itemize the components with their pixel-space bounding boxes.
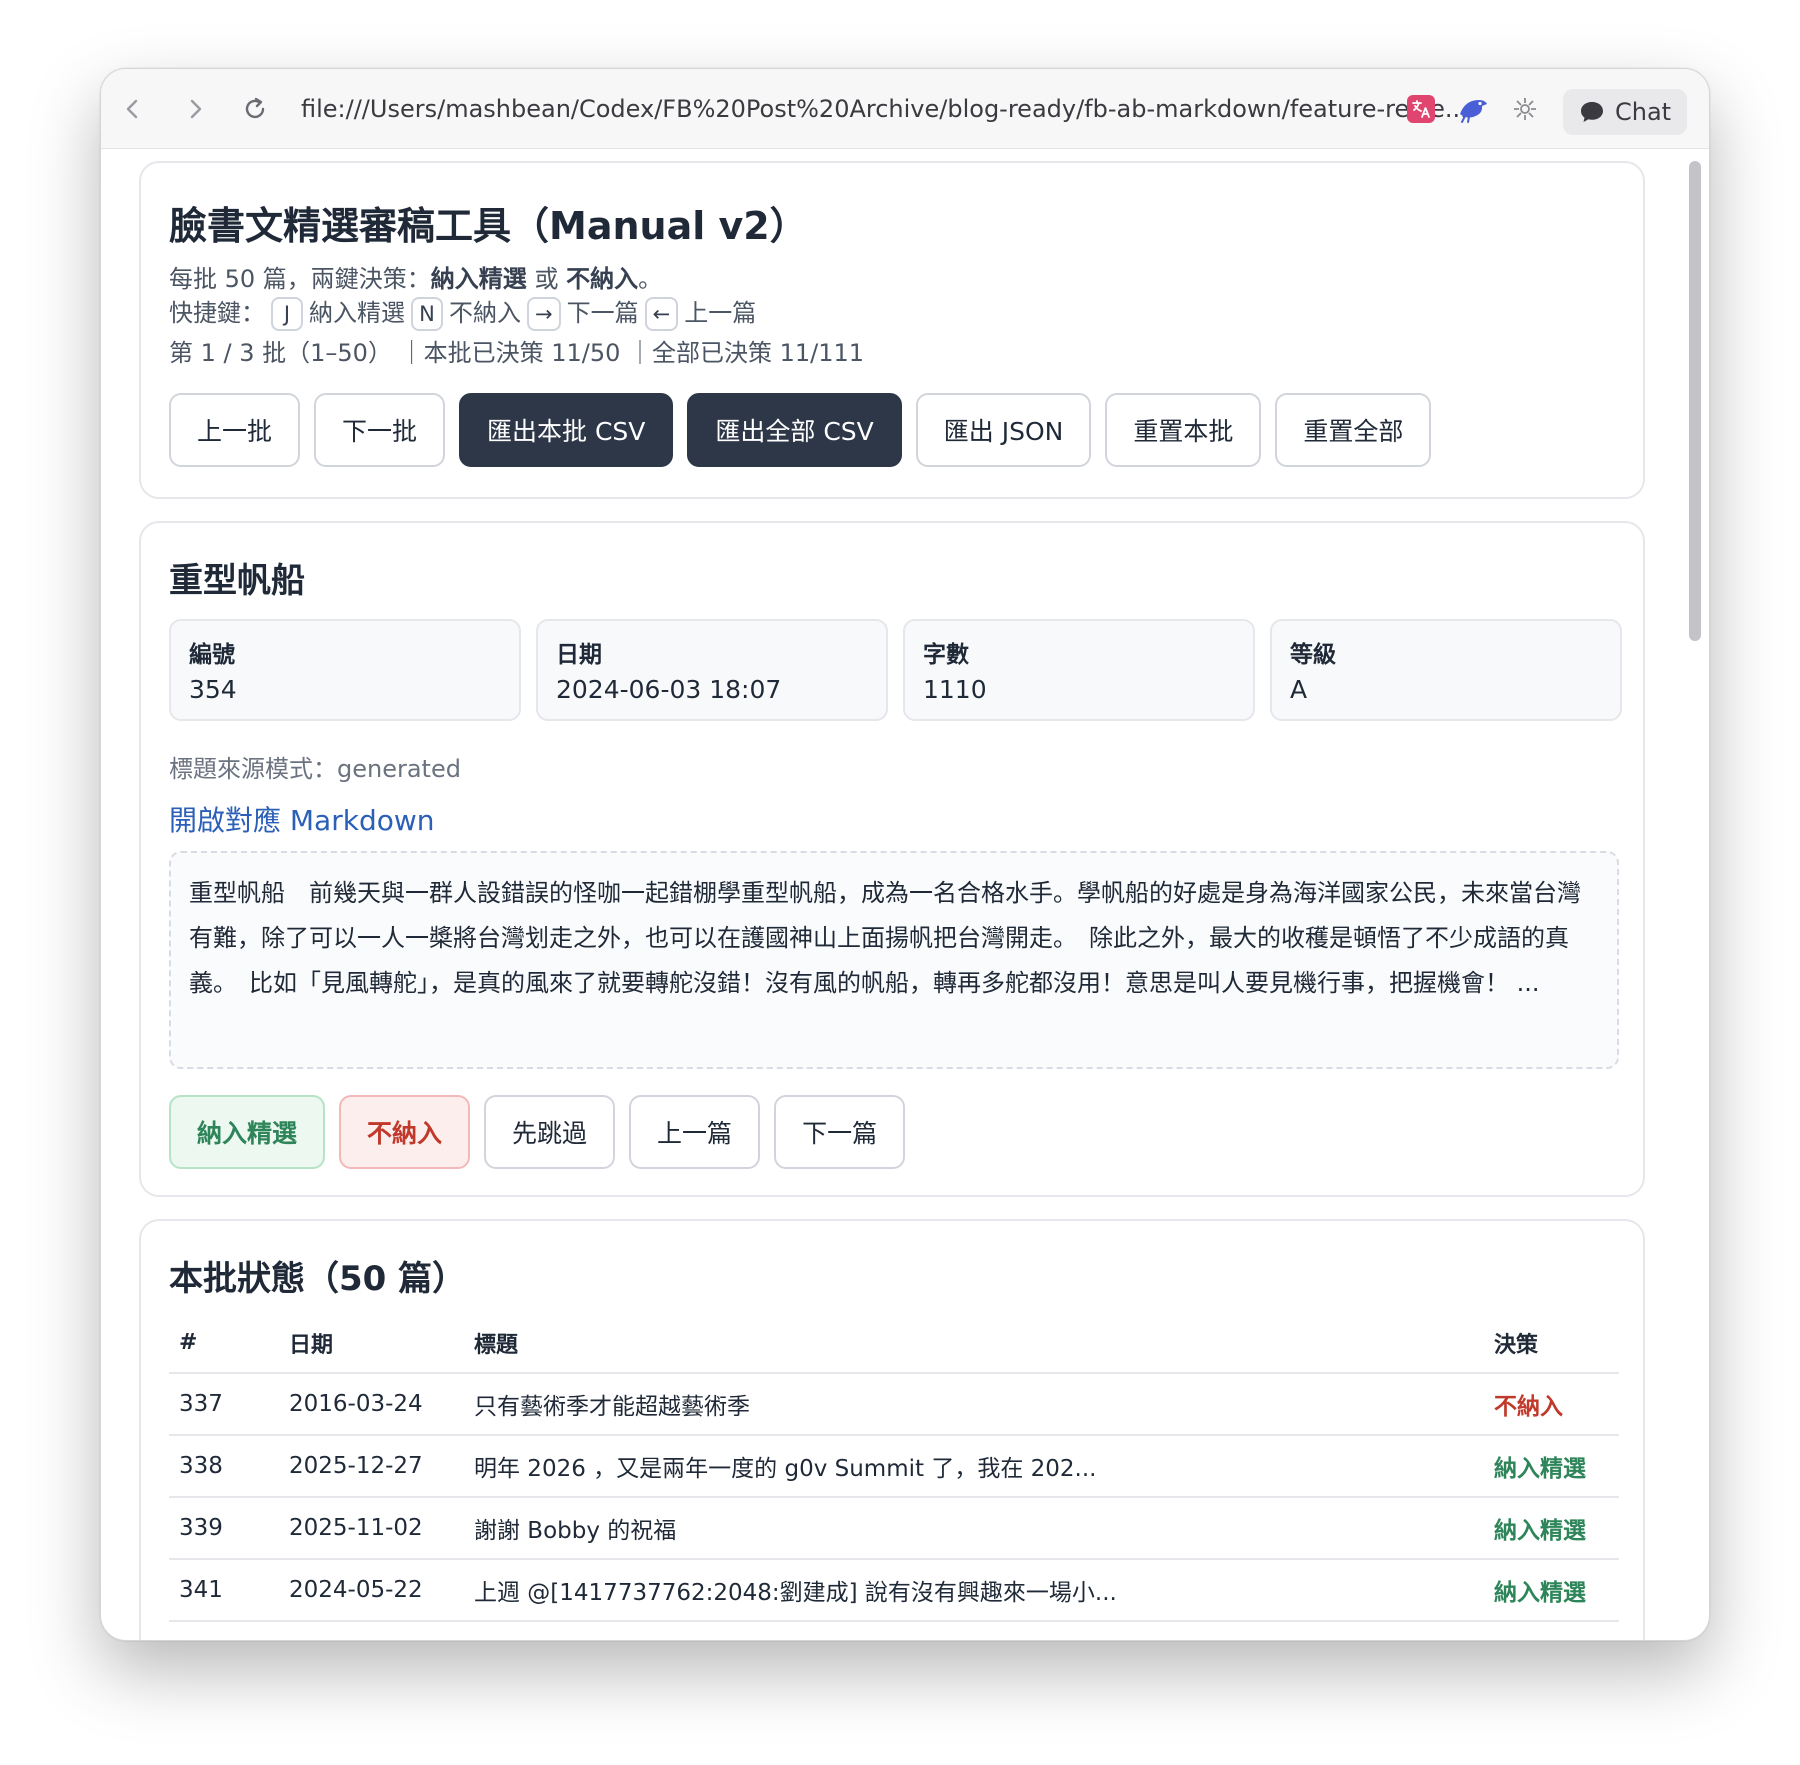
row-number: 339 (169, 1497, 279, 1560)
reload-icon[interactable] (235, 89, 275, 129)
column-header-date: 日期 (279, 1313, 464, 1374)
page-content: 臉書文精選審稿工具（Manual v2） 每批 50 篇，兩鍵決策：納入精選 或… (101, 149, 1709, 1640)
row-number: 338 (169, 1435, 279, 1498)
table-row[interactable]: 337 2016-03-24 只有藝術季才能超越藝術季 不納入 (169, 1373, 1619, 1436)
key-right: → (527, 297, 561, 331)
row-date: 2025-11-02 (279, 1497, 464, 1560)
exclude-button[interactable]: 不納入 (339, 1095, 471, 1169)
column-header-number: # (169, 1313, 279, 1374)
batch-table: # 日期 標題 決策 337 2016-03-24 只有藝術季才能超越藝術季 不… (169, 1313, 1619, 1622)
batch-status-title: 本批狀態（50 篇） (169, 1259, 467, 1299)
export-all-csv-button[interactable]: 匯出全部 CSV (687, 393, 902, 467)
url-bar[interactable]: file:///Users/mashbean/Codex/FB%20Post%2… (301, 91, 1481, 127)
row-title: 謝謝 Bobby 的祝福 (464, 1497, 1484, 1560)
next-post-button[interactable]: 下一篇 (774, 1095, 906, 1169)
row-date: 2016-03-24 (279, 1373, 464, 1436)
header-card: 臉書文精選審稿工具（Manual v2） 每批 50 篇，兩鍵決策：納入精選 或… (139, 161, 1645, 499)
row-number: 337 (169, 1373, 279, 1436)
back-icon[interactable] (113, 89, 153, 129)
key-j: J (271, 297, 303, 331)
batch-toolbar: 上一批 下一批 匯出本批 CSV 匯出全部 CSV 匯出 JSON 重置本批 重… (169, 393, 1432, 467)
ai-extension-icon[interactable] (1505, 89, 1545, 129)
row-title: 只有藝術季才能超越藝術季 (464, 1373, 1484, 1436)
forward-icon[interactable] (175, 89, 215, 129)
browser-toolbar: file:///Users/mashbean/Codex/FB%20Post%2… (101, 69, 1709, 149)
page-title: 臉書文精選審稿工具（Manual v2） (169, 204, 808, 248)
column-header-decision: 決策 (1484, 1313, 1619, 1374)
meta-grade: 等級 A (1270, 619, 1622, 721)
export-batch-csv-button[interactable]: 匯出本批 CSV (459, 393, 674, 467)
key-n: N (411, 297, 443, 331)
next-batch-button[interactable]: 下一批 (314, 393, 446, 467)
table-row[interactable]: 338 2025-12-27 明年 2026 ，又是兩年一度的 g0v Summ… (169, 1435, 1619, 1498)
decision-toolbar: 納入精選 不納入 先跳過 上一篇 下一篇 (169, 1095, 906, 1169)
post-title: 重型帆船 (169, 561, 305, 601)
prev-batch-button[interactable]: 上一批 (169, 393, 301, 467)
table-header: # 日期 標題 決策 (169, 1313, 1619, 1374)
title-source: 標題來源模式：generated (169, 755, 461, 783)
row-decision: 納入精選 (1484, 1497, 1619, 1560)
open-markdown-link[interactable]: 開啟對應 Markdown (169, 799, 435, 839)
browser-window: file:///Users/mashbean/Codex/FB%20Post%2… (100, 68, 1710, 1641)
table-row[interactable]: 341 2024-05-22 上週 @[1417737762:2048:劉建成]… (169, 1559, 1619, 1622)
chat-bubble-icon (1581, 102, 1603, 122)
bird-extension-icon[interactable] (1453, 89, 1493, 129)
skip-button[interactable]: 先跳過 (484, 1095, 616, 1169)
row-decision: 納入精選 (1484, 1435, 1619, 1498)
meta-id: 編號 354 (169, 619, 521, 721)
description: 每批 50 篇，兩鍵決策：納入精選 或 不納入。 (169, 265, 663, 293)
meta-date: 日期 2024-06-03 18:07 (536, 619, 888, 721)
row-date: 2024-05-22 (279, 1559, 464, 1622)
meta-word-count: 字數 1110 (903, 619, 1255, 721)
row-title: 明年 2026 ，又是兩年一度的 g0v Summit 了，我在 202... (464, 1435, 1484, 1498)
row-date: 2025-12-27 (279, 1435, 464, 1498)
post-meta: 編號 354 日期 2024-06-03 18:07 字數 1110 等級 A (169, 619, 1622, 721)
row-decision: 納入精選 (1484, 1559, 1619, 1622)
row-decision: 不納入 (1484, 1373, 1619, 1436)
column-header-title: 標題 (464, 1313, 1484, 1374)
scrollbar-thumb[interactable] (1689, 161, 1701, 641)
batch-status-card: 本批狀態（50 篇） # 日期 標題 決策 337 2016-03-24 只有藝… (139, 1219, 1645, 1640)
key-left: ← (644, 297, 679, 331)
post-card: 重型帆船 編號 354 日期 2024-06-03 18:07 字數 1110 … (139, 521, 1645, 1197)
shortcut-legend: 快捷鍵： J 納入精選 N 不納入 → 下一篇 ← 上一篇 (169, 293, 756, 331)
chat-button[interactable]: Chat (1563, 89, 1687, 135)
translate-icon[interactable] (1401, 89, 1441, 129)
progress-status: 第 1 / 3 批（1–50） ｜本批已決策 11/50 ｜全部已決策 11/1… (169, 339, 865, 367)
post-excerpt: 重型帆船 前幾天與一群人設錯誤的怪咖一起錯棚學重型帆船，成為一名合格水手。學帆船… (169, 851, 1619, 1069)
chat-label: Chat (1615, 98, 1672, 126)
reset-all-button[interactable]: 重置全部 (1275, 393, 1432, 467)
include-button[interactable]: 納入精選 (169, 1095, 326, 1169)
reset-batch-button[interactable]: 重置本批 (1105, 393, 1262, 467)
row-number: 341 (169, 1559, 279, 1622)
row-title: 上週 @[1417737762:2048:劉建成] 說有沒有興趣來一場小... (464, 1559, 1484, 1622)
prev-post-button[interactable]: 上一篇 (629, 1095, 761, 1169)
export-json-button[interactable]: 匯出 JSON (915, 393, 1092, 467)
table-row[interactable]: 339 2025-11-02 謝謝 Bobby 的祝福 納入精選 (169, 1497, 1619, 1560)
scrollbar[interactable] (1689, 161, 1701, 1631)
